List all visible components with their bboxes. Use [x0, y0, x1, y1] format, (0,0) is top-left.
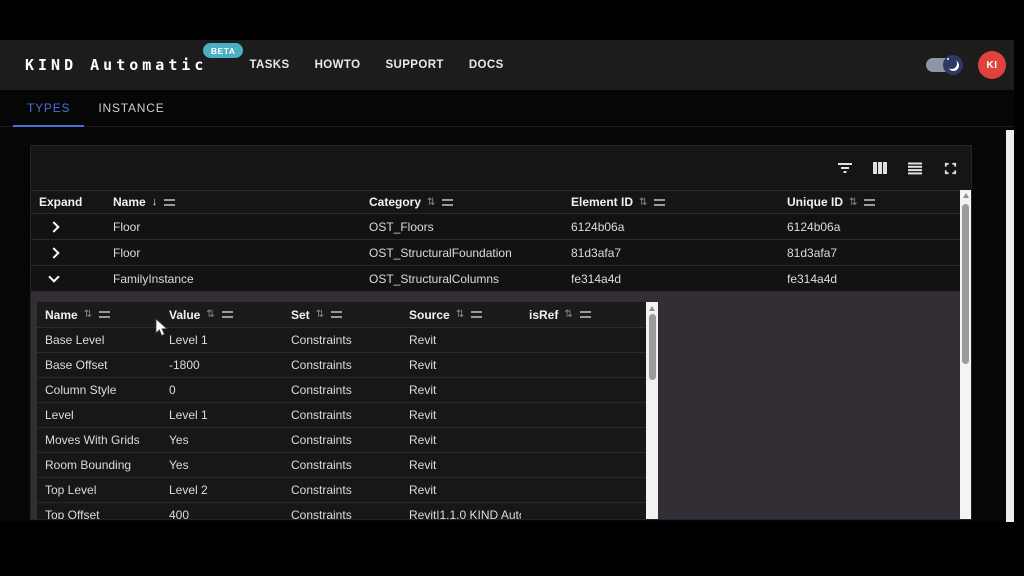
- brand-logo[interactable]: KIND Automatic BETA: [25, 56, 207, 74]
- app-window: KIND Automatic BETA TASKS HOWTO SUPPORT …: [0, 40, 1014, 522]
- inner-scrollbar[interactable]: [646, 302, 658, 520]
- cell-unique-id: fe314a4d: [787, 272, 837, 286]
- sort-icon: ⇅: [84, 309, 92, 320]
- column-menu-icon[interactable]: [222, 311, 233, 318]
- column-menu-icon[interactable]: [331, 311, 342, 318]
- scroll-up-icon[interactable]: [963, 193, 969, 198]
- column-menu-icon[interactable]: [654, 199, 665, 206]
- sort-icon: ⇅: [316, 309, 324, 320]
- collapse-chevron-icon[interactable]: [48, 271, 59, 282]
- cell-name: Floor: [113, 220, 140, 234]
- column-menu-icon[interactable]: [99, 311, 110, 318]
- nav-item-support[interactable]: SUPPORT: [385, 59, 443, 71]
- sort-icon: ⇅: [427, 197, 435, 208]
- column-menu-icon[interactable]: [164, 199, 175, 206]
- detail-column-isref[interactable]: isRef ⇅: [521, 302, 646, 327]
- scroll-up-icon[interactable]: [649, 306, 655, 311]
- main-nav: TASKS HOWTO SUPPORT DOCS: [249, 59, 503, 71]
- tab-instance[interactable]: INSTANCE: [84, 90, 178, 126]
- tab-bar: TYPES INSTANCE: [0, 90, 1014, 127]
- user-avatar[interactable]: KI: [978, 51, 1006, 79]
- columns-icon[interactable]: [871, 159, 889, 177]
- scrollbar-thumb[interactable]: [649, 314, 656, 380]
- screen: KIND Automatic BETA TASKS HOWTO SUPPORT …: [0, 0, 1024, 576]
- grid-scrollbar[interactable]: [960, 190, 971, 519]
- cell-category: OST_StructuralFoundation: [369, 246, 512, 260]
- sort-icon: ⇅: [456, 309, 464, 320]
- column-menu-icon[interactable]: [442, 199, 453, 206]
- parameter-row: Base Offset -1800 Constraints Revit: [37, 353, 658, 378]
- column-header-category[interactable]: Category ⇅: [361, 191, 563, 213]
- expanded-detail-panel: Name ⇅ Value ⇅ Set ⇅: [31, 292, 960, 519]
- brand-text: KIND Automatic: [25, 56, 207, 74]
- cell-category: OST_StructuralColumns: [369, 272, 499, 286]
- detail-column-source[interactable]: Source ⇅: [401, 302, 521, 327]
- table-row: Floor OST_StructuralFoundation 81d3afa7 …: [31, 240, 971, 266]
- cell-unique-id: 6124b06a: [787, 220, 840, 234]
- dark-mode-toggle[interactable]: [926, 58, 958, 72]
- scrollbar-thumb[interactable]: [962, 204, 969, 364]
- app-bar: KIND Automatic BETA TASKS HOWTO SUPPORT …: [0, 40, 1014, 90]
- column-menu-icon[interactable]: [864, 199, 875, 206]
- cell-name: FamilyInstance: [113, 272, 194, 286]
- expand-chevron-icon[interactable]: [48, 247, 59, 258]
- sort-desc-icon: ↓: [152, 196, 158, 208]
- parameter-row: Moves With Grids Yes Constraints Revit: [37, 428, 658, 453]
- column-header-name[interactable]: Name ↓: [105, 191, 361, 213]
- cell-element-id: fe314a4d: [571, 272, 621, 286]
- column-menu-icon[interactable]: [580, 311, 591, 318]
- tab-types[interactable]: TYPES: [13, 90, 84, 126]
- column-header-element-id[interactable]: Element ID ⇅: [563, 191, 779, 213]
- cell-element-id: 81d3afa7: [571, 246, 621, 260]
- letterbox-bottom: [0, 522, 1024, 576]
- moon-icon: [943, 55, 963, 75]
- parameters-table: Name ⇅ Value ⇅ Set ⇅: [37, 302, 658, 520]
- grid-toolbar: [31, 146, 971, 190]
- parameter-row: Column Style 0 Constraints Revit: [37, 378, 658, 403]
- mouse-cursor: [155, 318, 168, 337]
- cell-name: Floor: [113, 246, 140, 260]
- detail-column-name[interactable]: Name ⇅: [37, 302, 161, 327]
- table-row: Floor OST_Floors 6124b06a 6124b06a: [31, 214, 971, 240]
- parameter-row: Base Level Level 1 Constraints Revit: [37, 328, 658, 353]
- column-menu-icon[interactable]: [471, 311, 482, 318]
- filter-icon[interactable]: [836, 159, 854, 177]
- types-data-grid: Expand Name ↓ Category ⇅ Element ID ⇅: [30, 145, 972, 520]
- fullscreen-icon[interactable]: [941, 159, 959, 177]
- sort-icon: ⇅: [849, 197, 857, 208]
- table-row-expanded: FamilyInstance OST_StructuralColumns fe3…: [31, 266, 971, 292]
- browser-scrollbar[interactable]: [1006, 130, 1014, 562]
- nav-item-howto[interactable]: HOWTO: [315, 59, 361, 71]
- detail-column-set[interactable]: Set ⇅: [283, 302, 401, 327]
- parameter-row: Top Offset 400 Constraints Revit|1.1.0 K…: [37, 503, 658, 520]
- appbar-right: KI: [926, 51, 1006, 79]
- detail-header-row: Name ⇅ Value ⇅ Set ⇅: [37, 302, 658, 328]
- cell-unique-id: 81d3afa7: [787, 246, 837, 260]
- density-icon[interactable]: [906, 159, 924, 177]
- sort-icon: ⇅: [564, 309, 572, 320]
- parameter-row: Room Bounding Yes Constraints Revit: [37, 453, 658, 478]
- detail-column-value[interactable]: Value ⇅: [161, 302, 283, 327]
- parameter-row: Top Level Level 2 Constraints Revit: [37, 478, 658, 503]
- cell-element-id: 6124b06a: [571, 220, 624, 234]
- nav-item-tasks[interactable]: TASKS: [249, 59, 289, 71]
- cell-category: OST_Floors: [369, 220, 434, 234]
- sort-icon: ⇅: [639, 197, 647, 208]
- parameter-row: Level Level 1 Constraints Revit: [37, 403, 658, 428]
- beta-badge: BETA: [203, 43, 244, 58]
- expand-chevron-icon[interactable]: [48, 221, 59, 232]
- grid-header-row: Expand Name ↓ Category ⇅ Element ID ⇅: [31, 190, 971, 214]
- column-header-expand: Expand: [31, 191, 105, 213]
- sort-icon: ⇅: [206, 309, 214, 320]
- column-header-unique-id[interactable]: Unique ID ⇅: [779, 191, 962, 213]
- letterbox-right: [1014, 0, 1024, 576]
- nav-item-docs[interactable]: DOCS: [469, 59, 504, 71]
